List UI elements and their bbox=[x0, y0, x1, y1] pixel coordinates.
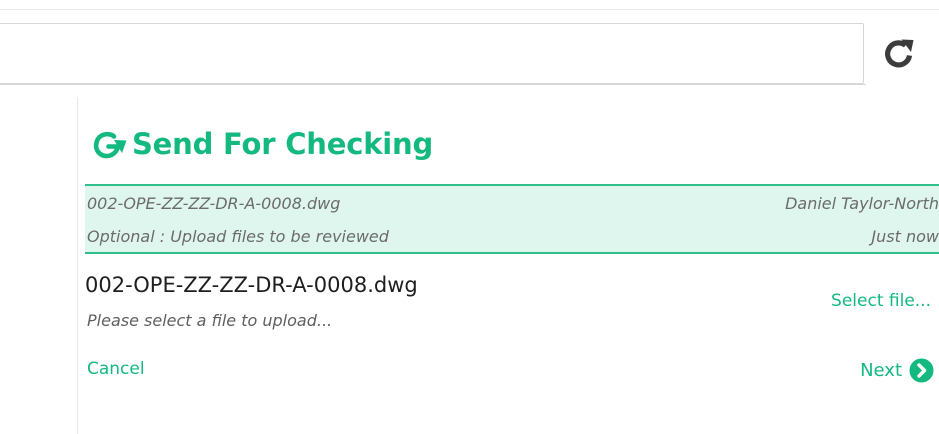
next-button[interactable]: Next bbox=[860, 357, 934, 383]
info-timestamp: Just now bbox=[871, 227, 939, 246]
cancel-button[interactable]: Cancel bbox=[87, 359, 145, 379]
refresh-button[interactable] bbox=[874, 32, 924, 76]
search-input[interactable] bbox=[0, 23, 864, 84]
chevron-right-circle-icon bbox=[908, 357, 934, 383]
top-divider bbox=[0, 9, 939, 10]
upload-file-name: 002-OPE-ZZ-ZZ-DR-A-0008.dwg bbox=[85, 273, 418, 297]
next-button-label: Next bbox=[860, 359, 902, 381]
info-description: Optional : Upload files to be reviewed bbox=[87, 227, 389, 246]
info-file-name: 002-OPE-ZZ-ZZ-DR-A-0008.dwg bbox=[87, 194, 341, 213]
panel-left-border bbox=[77, 97, 78, 434]
refresh-icon bbox=[880, 35, 918, 73]
upload-hint: Please select a file to upload... bbox=[87, 311, 333, 330]
select-file-link[interactable]: Select file... bbox=[831, 291, 931, 311]
header-divider bbox=[0, 84, 866, 85]
file-info-row: 002-OPE-ZZ-ZZ-DR-A-0008.dwg Daniel Taylo… bbox=[85, 192, 939, 218]
panel-header: Send For Checking bbox=[90, 124, 433, 164]
file-info-band: 002-OPE-ZZ-ZZ-DR-A-0008.dwg Daniel Taylo… bbox=[85, 184, 939, 254]
send-arrow-icon bbox=[90, 125, 132, 163]
info-user-name: Daniel Taylor-North bbox=[785, 194, 939, 213]
file-info-row: Optional : Upload files to be reviewed J… bbox=[85, 225, 939, 251]
page-title: Send For Checking bbox=[132, 127, 434, 161]
